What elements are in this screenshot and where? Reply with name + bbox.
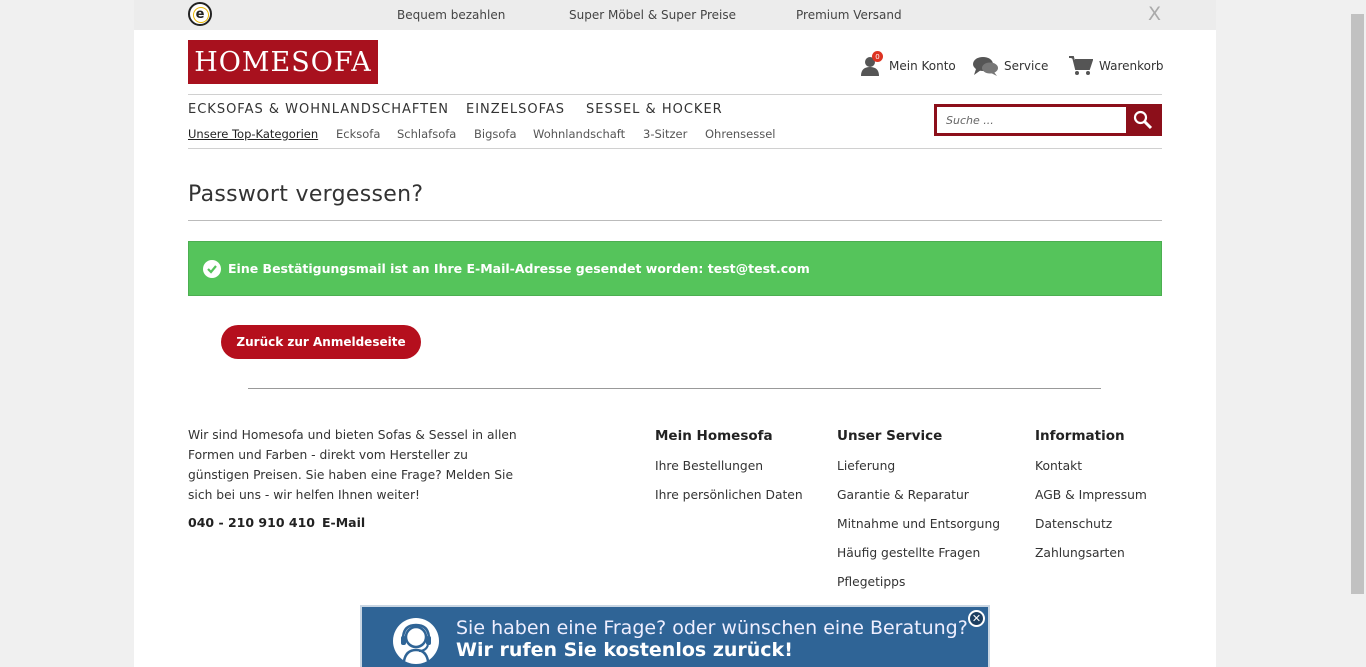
trusted-shops-icon[interactable]: e [188,2,212,26]
alert-message: Eine Bestätigungsmail ist an Ihre E-Mail… [228,261,810,276]
footer-link-zahlungsarten[interactable]: Zahlungsarten [1035,546,1125,560]
footer-link-persoenliche-daten[interactable]: Ihre persönlichen Daten [655,488,803,502]
search-box [934,104,1162,136]
footer-title-information: Information [1035,428,1125,444]
homesofa-logo[interactable]: HOMESOFA [188,40,378,84]
nav-einzelsofas[interactable]: EINZELSOFAS [466,102,565,117]
close-callback-icon[interactable]: ✕ [968,610,985,627]
close-topbar-icon[interactable]: X [1148,3,1161,25]
footer-link-agb[interactable]: AGB & Impressum [1035,488,1147,502]
chat-bubbles-icon [973,56,998,76]
subnav-3-sitzer[interactable]: 3-Sitzer [643,127,687,141]
subnav-ohrensessel[interactable]: Ohrensessel [705,127,776,141]
search-button[interactable] [1126,107,1159,133]
headset-agent-icon [393,618,439,664]
usp-shipping: Premium Versand [796,8,902,22]
callback-question: Sie haben eine Frage? oder wünschen eine… [456,617,968,639]
subnav-ecksofa[interactable]: Ecksofa [336,127,380,141]
footer-title-unser-service: Unser Service [837,428,943,444]
subnav-schlafsofa[interactable]: Schlafsofa [397,127,456,141]
footer-link-garantie[interactable]: Garantie & Reparatur [837,488,969,502]
phone-link[interactable]: 040 - 210 910 410 [188,515,315,530]
footer-link-entsorgung[interactable]: Mitnahme und Entsorgung [837,517,1000,531]
email-link[interactable]: E-Mail [322,515,365,530]
nav-sessel-hocker[interactable]: SESSEL & HOCKER [586,102,723,117]
footer-title-mein-homesofa: Mein Homesofa [655,428,773,444]
success-alert: Eine Bestätigungsmail ist an Ihre E-Mail… [188,241,1162,296]
usp-prices: Super Möbel & Super Preise [569,8,737,22]
cart-icon [1069,56,1094,76]
footer-link-bestellungen[interactable]: Ihre Bestellungen [655,459,763,473]
scrollbar-thumb[interactable] [1351,14,1364,594]
page: e Bequem bezahlen Super Möbel & Super Pr… [134,0,1216,667]
top-usp-bar: e Bequem bezahlen Super Möbel & Super Pr… [134,0,1216,30]
service-link[interactable]: Service [973,56,1048,76]
service-label: Service [1004,59,1049,73]
callback-offer: Wir rufen Sie kostenlos zurück! [456,639,793,661]
cart-link[interactable]: Warenkorb [1069,56,1164,76]
footer-link-lieferung[interactable]: Lieferung [837,459,895,473]
subnav-wohnlandschaft[interactable]: Wohnlandschaft [533,127,625,141]
callback-banner[interactable]: Sie haben eine Frage? oder wünschen eine… [360,605,990,667]
account-link[interactable]: 0 Mein Konto [861,51,956,76]
footer-link-kontakt[interactable]: Kontakt [1035,459,1082,473]
cart-label: Warenkorb [1099,59,1164,73]
about-text: Wir sind Homesofa und bieten Sofas & Ses… [188,428,517,502]
scrollbar[interactable] [1350,0,1366,667]
footer-link-pflegetipps[interactable]: Pflegetipps [837,575,905,589]
footer-link-datenschutz[interactable]: Datenschutz [1035,517,1112,531]
nav-ecksofas[interactable]: ECKSOFAS & WOHNLANDSCHAFTEN [188,102,449,117]
account-label: Mein Konto [889,59,956,73]
title-divider [188,220,1162,221]
check-circle-icon [203,259,221,278]
page-title: Passwort vergessen? [188,182,424,207]
user-icon: 0 [861,51,883,76]
subnav-top-kategorien[interactable]: Unsere Top-Kategorien [188,127,318,141]
search-icon [1133,110,1152,130]
back-to-login-button[interactable]: Zurück zur Anmeldeseite [221,325,421,359]
subnav-bigsofa[interactable]: Bigsofa [474,127,517,141]
account-badge: 0 [872,51,883,62]
header-divider [188,94,1162,95]
usp-payment: Bequem bezahlen [397,8,506,22]
nav-divider [188,148,1162,149]
footer-link-faq[interactable]: Häufig gestellte Fragen [837,546,980,560]
search-input[interactable] [937,107,1127,133]
content-divider [248,388,1101,389]
